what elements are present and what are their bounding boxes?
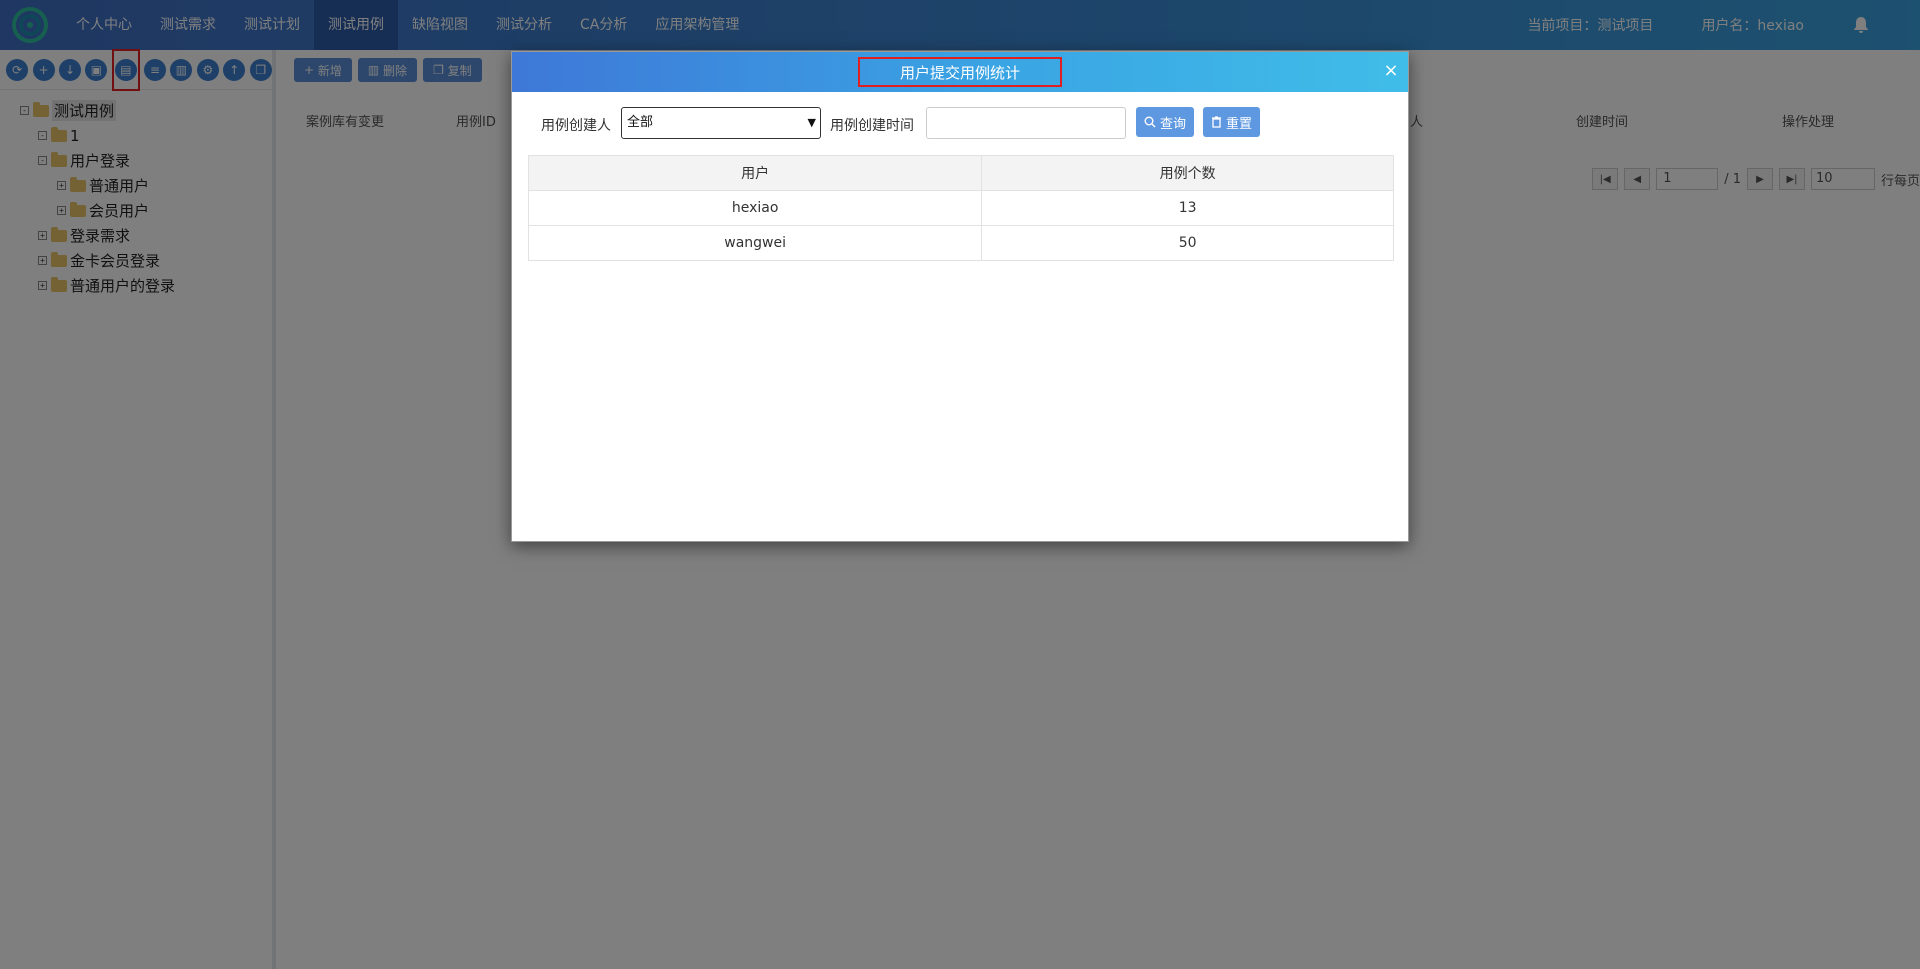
table-row[interactable]: hexiao 13 xyxy=(527,190,1394,226)
trash-icon xyxy=(1212,116,1221,128)
cell-user: hexiao xyxy=(527,190,983,226)
modal-title-text: 用户提交用例统计 xyxy=(899,63,1020,82)
reset-button[interactable]: 重置 xyxy=(1203,107,1261,137)
reset-button-label: 重置 xyxy=(1226,116,1253,132)
cell-case-count: 50 xyxy=(981,225,1394,261)
creator-select[interactable]: 全部 ▼ xyxy=(621,107,821,139)
user-case-stats-modal: 用户提交用例统计 × 用例创建人 全部 ▼ 用例创建时间 查询 重置 用户 用例… xyxy=(511,51,1409,542)
modal-header: 用户提交用例统计 × xyxy=(512,52,1408,92)
query-button[interactable]: 查询 xyxy=(1136,107,1195,137)
table-header-row: 用户 用例个数 xyxy=(527,155,1394,191)
cell-case-count: 13 xyxy=(981,190,1394,226)
query-button-label: 查询 xyxy=(1160,116,1187,132)
cell-user: wangwei xyxy=(527,225,983,261)
creator-select-value: 全部 xyxy=(627,115,654,130)
create-time-label: 用例创建时间 xyxy=(830,118,914,134)
col-user[interactable]: 用户 xyxy=(527,155,983,191)
close-icon[interactable]: × xyxy=(1382,62,1400,80)
stats-table: 用户 用例个数 hexiao 13 wangwei 50 xyxy=(527,155,1394,261)
filter-row: 用例创建人 全部 ▼ 用例创建时间 查询 重置 xyxy=(512,107,1410,141)
search-icon xyxy=(1144,116,1156,128)
table-row[interactable]: wangwei 50 xyxy=(527,225,1394,261)
modal-title: 用户提交用例统计 xyxy=(858,57,1062,87)
col-case-count[interactable]: 用例个数 xyxy=(981,155,1394,191)
create-time-input[interactable] xyxy=(926,107,1126,139)
creator-label: 用例创建人 xyxy=(541,118,611,134)
chevron-down-icon: ▼ xyxy=(807,116,816,129)
